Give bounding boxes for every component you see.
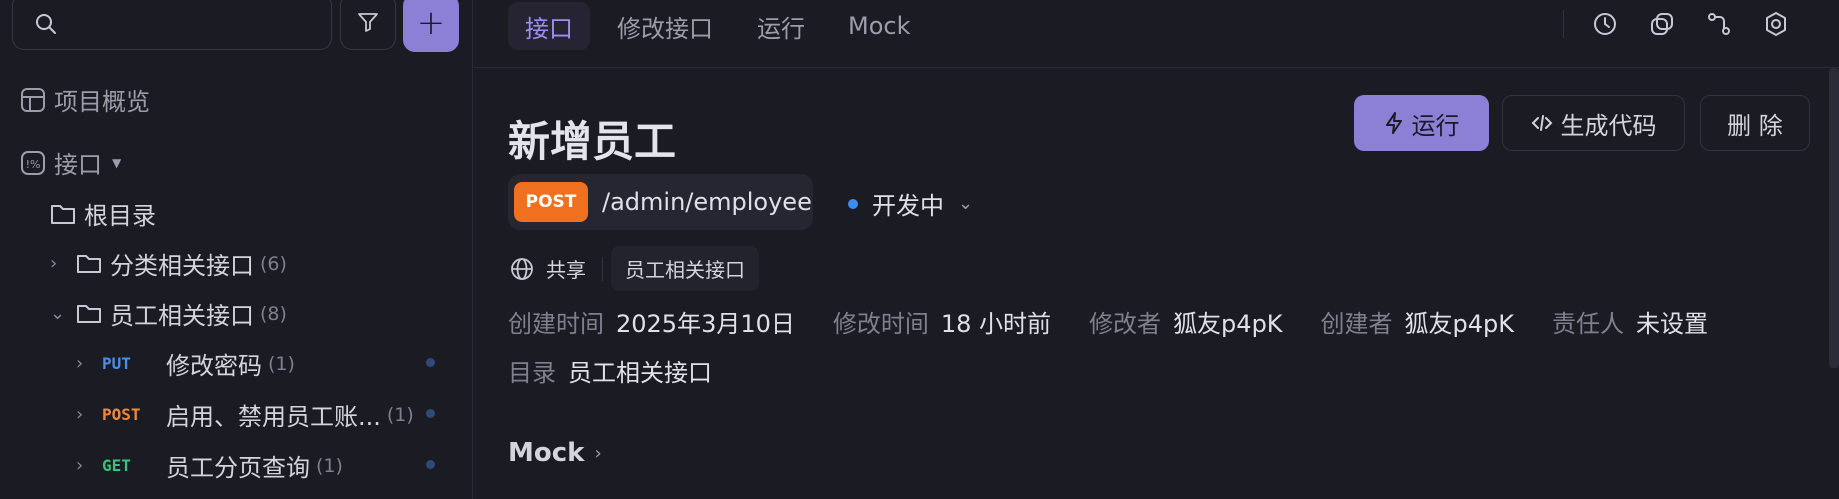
endpoint-label: 修改密码 xyxy=(166,352,262,380)
chevron-right-icon[interactable]: › xyxy=(76,353,102,374)
tree-folder[interactable]: › 分类相关接口 (6) xyxy=(50,246,287,281)
status-label: 开发中 xyxy=(872,192,944,220)
sidebar-item-label: 接口 xyxy=(54,151,102,179)
chevron-right-icon: › xyxy=(594,442,602,464)
sidebar-item-label: 项目概览 xyxy=(54,88,150,116)
chevron-down-icon: ⌄ xyxy=(958,193,974,214)
tab-interface[interactable]: 接口 xyxy=(508,2,590,50)
code-icon xyxy=(1531,115,1552,131)
method-badge: POST xyxy=(514,182,588,222)
overview-icon xyxy=(20,87,46,113)
sidebar-item-interfaces[interactable]: !% 接口 ▼ xyxy=(20,145,121,180)
folder-label: 分类相关接口 xyxy=(110,252,254,280)
bolt-icon xyxy=(1385,112,1402,134)
status-dot xyxy=(426,409,435,418)
tree-root[interactable]: 根目录 xyxy=(50,196,156,231)
tab-run[interactable]: 运行 xyxy=(740,2,822,50)
toolbar-divider xyxy=(1563,10,1564,38)
chevron-down-icon[interactable]: ⌄ xyxy=(50,303,76,324)
status-dot xyxy=(426,358,435,367)
plus-icon: + xyxy=(416,3,446,43)
generate-code-label: 生成代码 xyxy=(1560,111,1657,140)
created-value: 2025年3月10日 xyxy=(616,310,795,338)
modified-label: 修改时间 xyxy=(832,310,929,338)
owner-label: 责任人 xyxy=(1552,310,1625,338)
modifier-label: 修改者 xyxy=(1089,310,1162,338)
scrollbar[interactable] xyxy=(1829,68,1839,368)
chevron-right-icon[interactable]: › xyxy=(76,404,102,425)
add-button[interactable]: + xyxy=(403,0,459,52)
created-label: 创建时间 xyxy=(508,310,604,338)
dir-label: 目录 xyxy=(508,359,556,387)
method-label: POST xyxy=(102,405,141,424)
tag[interactable]: 员工相关接口 xyxy=(611,246,759,291)
creator-value: 狐友p4pK xyxy=(1404,310,1515,338)
sidebar: + 项目概览 !% 接口 ▼ 根目录 › 分类相关接口 (6) ⌄ 员工相关接口 xyxy=(0,0,473,499)
url-path: /admin/employee xyxy=(602,188,812,216)
status-dot xyxy=(848,198,858,209)
meta-row: 创建时间 2025年3月10日 修改时间 18 小时前 修改者 狐友p4pK 创… xyxy=(508,304,1746,339)
endpoint-item[interactable]: › PUT 修改密码 (1) xyxy=(76,346,295,381)
folder-count: (8) xyxy=(260,302,287,325)
creator-label: 创建者 xyxy=(1320,310,1393,338)
caret-down-icon[interactable]: ▼ xyxy=(112,156,121,170)
owner-value[interactable]: 未设置 xyxy=(1636,304,1708,339)
filter-icon xyxy=(358,13,378,32)
history-icon[interactable] xyxy=(1589,8,1621,40)
settings-icon[interactable] xyxy=(1760,8,1792,40)
method-label: PUT xyxy=(102,354,131,373)
endpoint-count: (1) xyxy=(268,352,295,375)
folder-icon xyxy=(50,202,76,226)
generate-code-button[interactable]: 生成代码 xyxy=(1502,95,1685,151)
endpoint-label: 启用、禁用员工账... xyxy=(166,403,381,431)
search-icon xyxy=(36,14,56,34)
search-input[interactable] xyxy=(12,0,332,50)
modifier-value: 狐友p4pK xyxy=(1173,310,1283,338)
chevron-right-icon[interactable]: › xyxy=(50,253,76,274)
dir-value[interactable]: 员工相关接口 xyxy=(568,353,712,388)
meta-row-dir: 目录 员工相关接口 xyxy=(508,353,750,388)
folder-count: (6) xyxy=(260,252,287,275)
tree-root-label: 根目录 xyxy=(84,202,156,230)
endpoint-url[interactable]: POST /admin/employee xyxy=(508,174,813,230)
main-panel: 接口 修改接口 运行 Mock 新增员工 运行 生成代码 删 除 POST /a… xyxy=(474,0,1839,499)
share-row: 共享 员工相关接口 xyxy=(510,246,759,291)
filter-button[interactable] xyxy=(340,0,396,50)
endpoint-count: (1) xyxy=(316,454,343,477)
chevron-right-icon[interactable]: › xyxy=(76,455,102,476)
tab-bar: 接口 修改接口 运行 Mock xyxy=(474,0,1839,68)
api-icon: !% xyxy=(20,150,46,176)
copy-icon[interactable] xyxy=(1646,8,1678,40)
status-dot xyxy=(426,460,435,469)
folder-label: 员工相关接口 xyxy=(110,302,254,330)
modified-value: 18 小时前 xyxy=(940,310,1052,338)
tab-mock[interactable]: Mock xyxy=(831,2,927,50)
divider xyxy=(602,256,603,281)
endpoint-item[interactable]: › GET 员工分页查询 (1) xyxy=(76,448,343,483)
folder-icon xyxy=(76,303,102,325)
branch-icon[interactable] xyxy=(1703,8,1735,40)
tree-folder[interactable]: ⌄ 员工相关接口 (8) xyxy=(50,296,287,331)
sidebar-item-overview[interactable]: 项目概览 xyxy=(20,82,150,117)
tab-edit-interface[interactable]: 修改接口 xyxy=(600,2,730,50)
mock-section-label: Mock xyxy=(508,438,585,468)
run-button-label: 运行 xyxy=(1411,111,1460,140)
svg-text:!%: !% xyxy=(26,158,41,171)
share-label[interactable]: 共享 xyxy=(546,254,586,283)
status-dropdown[interactable]: 开发中 ⌄ xyxy=(848,186,973,221)
method-label: GET xyxy=(102,456,131,475)
endpoint-label: 员工分页查询 xyxy=(166,454,310,482)
endpoint-item[interactable]: › POST 启用、禁用员工账... (1) xyxy=(76,397,414,432)
endpoint-count: (1) xyxy=(386,403,414,426)
mock-section-header[interactable]: Mock › xyxy=(508,438,602,468)
folder-icon xyxy=(76,253,102,275)
delete-button[interactable]: 删 除 xyxy=(1700,95,1810,151)
run-button[interactable]: 运行 xyxy=(1354,95,1489,151)
globe-icon xyxy=(511,257,533,280)
page-title: 新增员工 xyxy=(508,118,677,165)
